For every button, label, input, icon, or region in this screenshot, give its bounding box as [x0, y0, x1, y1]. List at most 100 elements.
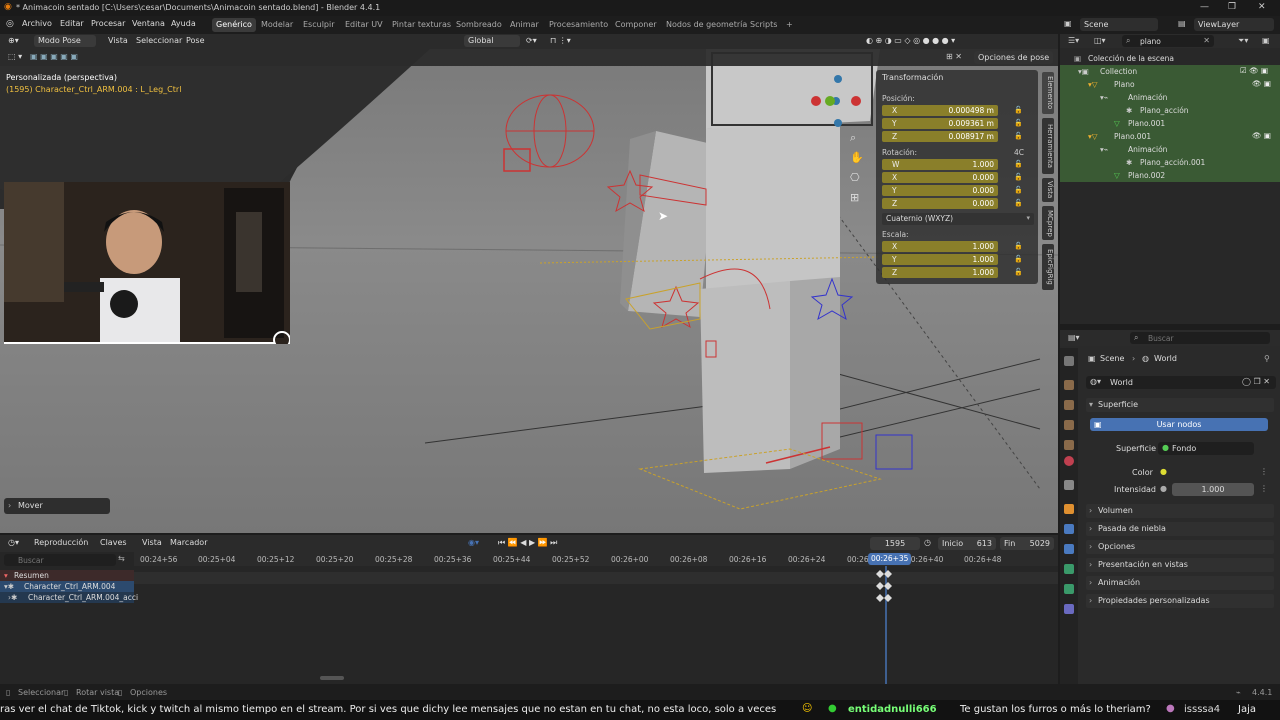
menu-ayuda[interactable]: Ayuda [171, 19, 196, 28]
transform-header[interactable]: Transformación [882, 73, 943, 82]
lock-icon[interactable]: 🔓 [1014, 242, 1023, 250]
last-operator-panel[interactable]: › Mover [4, 498, 110, 514]
data-tab-icon[interactable] [1064, 584, 1074, 594]
lock-icon[interactable]: 🔓 [1014, 255, 1023, 263]
selection-mode-icons[interactable]: ▣ ▣ ▣ ▣ ▣ [30, 52, 78, 61]
options-dots-icon[interactable]: ⋮ [1260, 484, 1268, 493]
world-datablock-field[interactable]: ◍▾ World ◯ ❐ ✕ [1086, 376, 1276, 389]
outliner-row[interactable]: ▾▽ Plano.001 👁 ▣ [1060, 130, 1280, 143]
scene-selector[interactable]: Scene [1080, 18, 1158, 31]
section-superficie[interactable]: ▾ Superficie [1086, 398, 1274, 412]
section-presentacion-vistas[interactable]: › Presentación en vistas [1086, 558, 1274, 572]
current-frame-field[interactable]: 1595 [870, 537, 920, 550]
outliner-row[interactable]: ▽ Plano.001 [1060, 117, 1280, 130]
intensity-field[interactable]: 1.000 [1172, 483, 1254, 496]
tab-modelar[interactable]: Modelar [257, 18, 297, 32]
render-tab-icon[interactable] [1064, 380, 1074, 390]
physics-tab-icon[interactable] [1064, 544, 1074, 554]
tab-generico[interactable]: Genérico [212, 18, 256, 32]
tab-mcprep[interactable]: MCprep [1042, 206, 1054, 240]
tool-tab-icon[interactable] [1064, 356, 1074, 366]
tab-pintar-texturas[interactable]: Pintar texturas [388, 18, 455, 32]
menu-vista-timeline[interactable]: Vista [142, 538, 162, 547]
object-tab-icon[interactable] [1064, 504, 1074, 514]
view-layer-selector[interactable]: ViewLayer [1194, 18, 1274, 31]
section-propiedades-personalizadas[interactable]: › Propiedades personalizadas [1086, 594, 1274, 608]
tab-elemento[interactable]: Elemento [1042, 72, 1054, 114]
outliner-row[interactable]: ▣ Colección de la escena [1060, 52, 1280, 65]
scene-tab-icon[interactable] [1064, 440, 1074, 450]
collection-tab-icon[interactable] [1064, 480, 1074, 490]
zoom-icon[interactable]: ⌕ [850, 131, 856, 145]
filter-icon[interactable]: ⏷▾ [1238, 36, 1248, 46]
editor-type-icon[interactable]: ⊕▾ [8, 36, 19, 45]
lock-icon[interactable]: 🔓 [1014, 268, 1023, 276]
tab-animar[interactable]: Animar [506, 18, 543, 32]
timeline-editor-icon[interactable]: ◷▾ [8, 538, 19, 547]
position-y-field[interactable]: Y 0.009361 m [882, 118, 998, 129]
orientation-selector[interactable]: Global [464, 35, 520, 47]
breadcrumb-scene[interactable]: Scene [1100, 354, 1124, 363]
menu-claves[interactable]: Claves [100, 538, 127, 547]
start-frame-field[interactable]: Inicio 613 [938, 537, 996, 550]
record-icon[interactable]: ◉▾ [468, 538, 479, 547]
datablock-actions-icon[interactable]: ◯ ❐ ✕ [1242, 377, 1270, 386]
close-icon[interactable]: ✕ [1258, 2, 1266, 12]
pin-icon[interactable]: ⚲ [1264, 354, 1270, 363]
channel-armature[interactable]: ▾✱ Character_Ctrl_ARM.004 [0, 581, 134, 592]
menu-editar[interactable]: Editar [60, 19, 84, 28]
blender-menu-icon[interactable]: ◎ [6, 19, 14, 29]
scale-y-field[interactable]: Y 1.000 [882, 254, 998, 265]
channel-summary[interactable]: ▾ Resumen [0, 570, 134, 581]
position-z-field[interactable]: Z 0.008917 m [882, 131, 998, 142]
outliner-row[interactable]: ▾⌁ Animación [1060, 91, 1280, 104]
lock-icon[interactable]: 🔓 [1014, 199, 1023, 207]
visibility-icons[interactable]: ☑ 👁 ▣ [1240, 66, 1268, 75]
outliner-row[interactable]: ▽ Plano.002 [1060, 169, 1280, 182]
tab-nodos-geometria[interactable]: Nodos de geometría [662, 18, 751, 32]
rotation-mode-dropdown[interactable]: Cuaternio (WXYZ) ▾ [882, 213, 1034, 225]
properties-search-input[interactable]: ⌕ Buscar [1130, 332, 1270, 344]
clock-icon[interactable]: ◷ [924, 538, 931, 547]
menu-marcador[interactable]: Marcador [170, 538, 207, 547]
add-workspace-button[interactable]: + [782, 18, 797, 32]
output-tab-icon[interactable] [1064, 400, 1074, 410]
section-volumen[interactable]: › Volumen [1086, 504, 1274, 518]
rotation-4c-label[interactable]: 4C [1014, 148, 1024, 157]
material-tab-icon[interactable] [1064, 604, 1074, 614]
breadcrumb-world[interactable]: World [1154, 354, 1177, 363]
display-mode-icon[interactable]: ◫▾ [1094, 36, 1106, 45]
channel-action[interactable]: ›✱ Character_Ctrl_ARM.004_acci [0, 592, 138, 603]
pan-hand-icon[interactable]: ✋ [850, 151, 864, 164]
outliner-row[interactable]: ▾⌁ Animación [1060, 143, 1280, 156]
channel-search-input[interactable]: Buscar [4, 554, 116, 566]
pose-options-button[interactable]: Opciones de pose [974, 51, 1054, 64]
tab-esculpir[interactable]: Esculpir [299, 18, 339, 32]
intensity-socket-icon[interactable]: ● [1160, 484, 1167, 493]
menu-reproduccion[interactable]: Reproducción [34, 538, 88, 547]
section-animacion[interactable]: › Animación [1086, 576, 1274, 590]
lock-icon[interactable]: 🔓 [1014, 160, 1023, 168]
rotation-z-field[interactable]: Z 0.000 [882, 198, 998, 209]
surface-shader-field[interactable]: ● Fondo [1158, 442, 1254, 455]
outliner-row[interactable]: ✱ Plano_acción [1060, 104, 1280, 117]
tab-procesamiento[interactable]: Procesamiento [545, 18, 612, 32]
overlay-icon[interactable]: ◐ ⊕ ◑ ▭ ◇ ◎ ● ● ● ▾ [866, 36, 955, 45]
playback-controls[interactable]: ⏮ ⏪ ◀ ▶ ⏩ ⏭ [498, 538, 557, 548]
tab-editar-uv[interactable]: Editar UV [341, 18, 387, 32]
outliner-row[interactable]: ▾▣ Collection ☑ 👁 ▣ [1060, 65, 1280, 78]
lock-icon[interactable]: 🔓 [1014, 119, 1023, 127]
pose-options-icon[interactable]: ⊞ ✕ [946, 52, 962, 61]
tab-epicfigrig[interactable]: EpicFigRig [1042, 244, 1054, 290]
playhead-label[interactable]: 00:26+35 [868, 553, 912, 565]
timeline-ruler[interactable]: 00:24+56 00:25+04 00:25+12 00:25+20 00:2… [134, 552, 1058, 566]
scale-z-field[interactable]: Z 1.000 [882, 267, 998, 278]
lock-icon[interactable]: 🔓 [1014, 132, 1023, 140]
color-socket-icon[interactable]: ● [1160, 467, 1167, 476]
section-opciones[interactable]: › Opciones [1086, 540, 1274, 554]
menu-ventana[interactable]: Ventana [132, 19, 165, 28]
rotation-x-field[interactable]: X 0.000 [882, 172, 998, 183]
visibility-icons[interactable]: 👁 ▣ [1252, 131, 1271, 140]
tab-sombreado[interactable]: Sombreado [452, 18, 506, 32]
modifier-tab-icon[interactable] [1064, 524, 1074, 534]
